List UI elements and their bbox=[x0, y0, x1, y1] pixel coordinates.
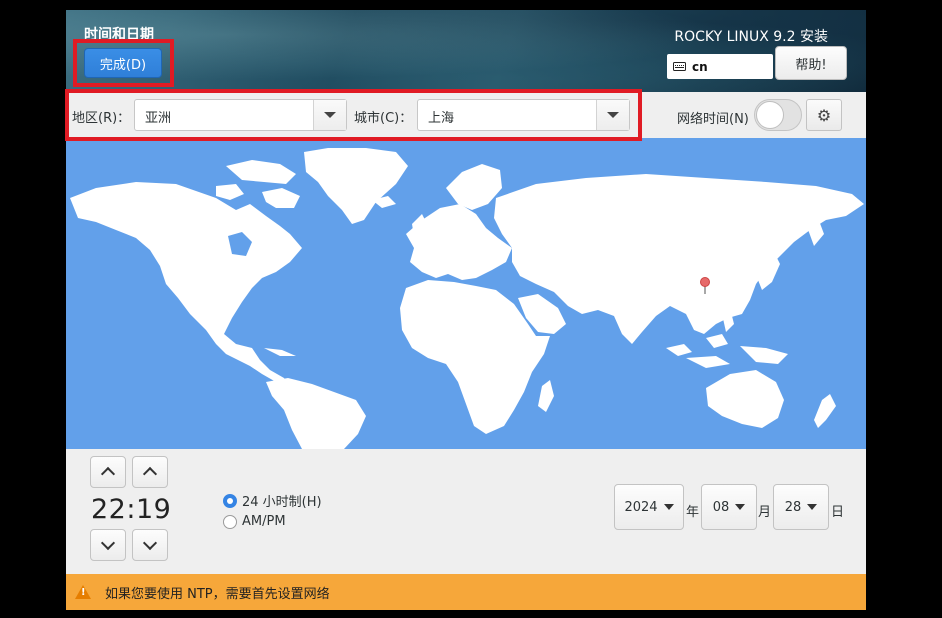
minutes-value: 19 bbox=[135, 494, 172, 525]
month-combo[interactable]: 08 bbox=[701, 484, 757, 530]
chevron-down-icon bbox=[807, 504, 818, 510]
land-masses bbox=[70, 148, 864, 449]
day-unit: 日 bbox=[831, 505, 845, 520]
region-value: 亚洲 bbox=[145, 111, 172, 126]
done-button[interactable]: 完成(D) bbox=[84, 48, 162, 78]
hour-down-button[interactable] bbox=[90, 529, 126, 561]
clock-display: 22:19 bbox=[91, 494, 171, 525]
date-time-spoke: 时间和日期 完成(D) ROCKY LINUX 9.2 安装 cn 帮助! 地区… bbox=[66, 10, 866, 610]
year-combo[interactable]: 2024 bbox=[614, 484, 684, 530]
month-unit: 月 bbox=[758, 505, 772, 520]
keyboard-layout-label: cn bbox=[692, 59, 708, 74]
network-time-label: 网络时间(N) bbox=[677, 112, 749, 127]
keyboard-layout-indicator[interactable]: cn bbox=[667, 54, 773, 79]
ntp-config-button[interactable]: ⚙ bbox=[806, 99, 842, 131]
product-title: ROCKY LINUX 9.2 安装 bbox=[674, 29, 828, 45]
format-ampm-label: AM/PM bbox=[242, 514, 286, 529]
switch-knob bbox=[756, 101, 784, 129]
day-value: 28 bbox=[784, 499, 802, 515]
timezone-toolbar: 地区(R)： 亚洲 城市(C)： 上海 网络时间(N) ⚙ bbox=[66, 92, 866, 138]
region-label: 地区(R)： bbox=[72, 111, 131, 126]
chevron-down-icon bbox=[735, 504, 746, 510]
format-24h-label: 24 小时制(H) bbox=[242, 495, 322, 510]
format-24h-option[interactable]: 24 小时制(H) bbox=[223, 491, 322, 510]
keyboard-icon bbox=[673, 62, 686, 71]
region-combo[interactable]: 亚洲 bbox=[134, 99, 347, 131]
year-value: 2024 bbox=[624, 499, 658, 515]
time-separator: : bbox=[126, 494, 136, 525]
format-ampm-radio[interactable] bbox=[223, 514, 237, 529]
timezone-map[interactable] bbox=[66, 138, 866, 449]
year-unit: 年 bbox=[686, 505, 700, 520]
city-combo[interactable]: 上海 bbox=[417, 99, 630, 131]
warning-bar: 如果您要使用 NTP，需要首先设置网络 bbox=[66, 574, 866, 610]
chevron-down-icon[interactable] bbox=[313, 100, 346, 130]
network-time-switch[interactable] bbox=[754, 99, 802, 131]
hour-up-button[interactable] bbox=[90, 456, 126, 488]
day-combo[interactable]: 28 bbox=[773, 484, 829, 530]
month-value: 08 bbox=[712, 499, 730, 515]
city-label: 城市(C)： bbox=[354, 111, 413, 126]
minute-down-button[interactable] bbox=[132, 529, 168, 561]
chevron-down-icon bbox=[663, 504, 674, 510]
gear-icon: ⚙ bbox=[816, 105, 832, 125]
header-bar: 时间和日期 完成(D) ROCKY LINUX 9.2 安装 cn 帮助! bbox=[66, 10, 866, 92]
warning-icon bbox=[75, 585, 91, 599]
world-map[interactable] bbox=[66, 138, 866, 449]
spoke-title: 时间和日期 bbox=[84, 27, 154, 43]
city-value: 上海 bbox=[428, 111, 455, 126]
warning-text: 如果您要使用 NTP，需要首先设置网络 bbox=[105, 586, 330, 602]
hours-value: 22 bbox=[91, 494, 127, 525]
minute-up-button[interactable] bbox=[132, 456, 168, 488]
format-ampm-option[interactable]: AM/PM bbox=[223, 514, 286, 529]
help-button[interactable]: 帮助! bbox=[775, 46, 847, 80]
chevron-down-icon[interactable] bbox=[596, 100, 629, 130]
format-24h-radio[interactable] bbox=[223, 493, 237, 508]
